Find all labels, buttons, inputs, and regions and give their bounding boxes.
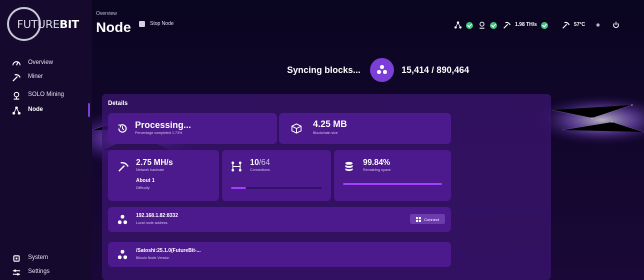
breadcrumb[interactable]: Overview — [96, 11, 117, 17]
sidebar-item-label: Miner — [28, 74, 44, 80]
database-icon — [345, 161, 353, 172]
sidebar: FUTUREBIT Overview Miner SOLO Mining Nod… — [0, 0, 92, 280]
details-title: Details — [108, 101, 128, 107]
sync-status: Syncing blocks... 15,414 / 890,464 — [287, 58, 469, 82]
node-version-card: /Satoshi:25.1.0(FutureBit-... Bitcoin No… — [108, 242, 451, 267]
sidebar-item-settings[interactable]: Settings — [12, 265, 50, 279]
connect-button-label: Connect — [424, 216, 439, 222]
power-button[interactable] — [612, 19, 620, 31]
theme-toggle[interactable] — [594, 19, 602, 31]
sidebar-item-label: Node — [28, 107, 43, 113]
pickaxe-icon — [562, 21, 570, 29]
sidebar-item-label: SOLO Mining — [28, 92, 65, 98]
node-cluster-icon — [376, 65, 387, 74]
status-ok-icon — [466, 21, 473, 29]
hashrate-status[interactable]: 1.98 TH/s — [503, 19, 548, 31]
remaining-space-progress — [343, 183, 442, 185]
pickaxe-icon — [118, 162, 129, 172]
hashrate-value: 1.98 TH/s — [515, 22, 537, 28]
network-hashrate-value: 2.75 MH/s — [136, 158, 173, 167]
sidebar-item-label: Overview — [28, 60, 54, 66]
stop-icon — [139, 21, 145, 27]
cube-icon — [291, 123, 302, 134]
active-indicator — [88, 103, 90, 117]
sidebar-item-label: Settings — [28, 269, 50, 275]
connections-current: 10 — [250, 158, 259, 167]
logo-text-bit: BIT — [59, 18, 80, 31]
connections-card: 10/64 Connections — [222, 150, 331, 201]
processing-card: Processing... Percentage completed 1.73% — [108, 113, 277, 144]
gauge-icon — [12, 60, 21, 66]
futurebit-logo[interactable]: FUTUREBIT — [7, 7, 83, 41]
connections-sub: Connections — [250, 168, 270, 172]
node-cluster-icon — [117, 249, 128, 260]
sidebar-item-system[interactable]: System — [12, 251, 48, 265]
temperature-value: 57°C — [574, 22, 586, 28]
remaining-space-sub: Remaining space — [363, 168, 391, 172]
local-address-sub: Local node address — [136, 221, 168, 225]
processing-sub: Percentage completed 1.73% — [135, 131, 183, 135]
sidebar-item-miner[interactable]: Miner — [12, 70, 43, 84]
connections-progress — [231, 187, 322, 189]
remaining-space-value: 99.84% — [363, 158, 391, 167]
connections-max: /64 — [258, 158, 271, 167]
node-cluster-icon — [117, 214, 128, 225]
connections-progress-fill — [231, 187, 246, 189]
remaining-space-card: 99.84% Remaining space — [334, 150, 451, 201]
logo-text-future: FUTURE — [17, 18, 60, 31]
cpu-icon — [13, 254, 20, 262]
top-bar: Overview Node Stop Node 1.98 TH/s 57°C — [92, 0, 644, 40]
sidebar-item-overview[interactable]: Overview — [12, 56, 53, 70]
sun-icon — [596, 23, 600, 27]
page-title: Node — [96, 19, 131, 35]
sidebar-item-solo-mining[interactable]: SOLO Mining — [12, 88, 64, 102]
node-status[interactable] — [454, 19, 473, 31]
sync-badge — [369, 58, 394, 82]
node-version-sub: Bitcoin Node Version — [136, 256, 170, 260]
sync-block-count: 15,414 / 890,464 — [401, 65, 470, 75]
connect-button[interactable]: Connect — [410, 214, 445, 224]
power-icon — [613, 21, 619, 28]
medal-icon — [479, 21, 485, 29]
solo-status[interactable] — [478, 19, 497, 31]
grid-icon — [416, 216, 422, 222]
blockchain-size-sub: Blockchain size — [313, 131, 338, 135]
remaining-space-progress-fill — [343, 183, 442, 185]
network-icon — [12, 105, 21, 115]
stop-node-label: Stop Node — [150, 21, 174, 27]
blockchain-size-value: 4.25 MB — [313, 119, 348, 129]
pickaxe-icon — [503, 21, 511, 29]
pickaxe-icon — [12, 73, 21, 82]
temperature-status[interactable]: 57°C — [562, 19, 585, 31]
sidebar-item-label: System — [28, 255, 49, 261]
status-ok-icon — [490, 21, 497, 29]
refresh-clock-icon — [118, 124, 127, 133]
status-ok-icon — [540, 21, 548, 29]
sidebar-item-node[interactable]: Node — [12, 103, 43, 117]
processing-value: Processing... — [135, 120, 192, 130]
network-hashrate-sub: Network hashrate — [136, 168, 165, 172]
details-panel: Details Processing... Percentage complet… — [102, 94, 551, 280]
medal-icon — [13, 91, 20, 100]
sliders-icon — [12, 269, 21, 275]
blockchain-size-card: 4.25 MB Blockchain size — [279, 113, 451, 144]
sync-label: Syncing blocks... — [287, 65, 361, 75]
local-address-card: 192.168.1.82:8332 Local node address Con… — [108, 207, 451, 232]
difficulty-sub: Difficulty — [136, 186, 150, 190]
network-hashrate-card: 2.75 MH/s Network hashrate About 1 Diffi… — [108, 150, 219, 201]
network-icon — [454, 21, 462, 29]
node-version-value: /Satoshi:25.1.0(FutureBit-... — [136, 248, 201, 254]
connections-icon — [231, 161, 242, 172]
local-address-value: 192.168.1.82:8332 — [136, 213, 178, 219]
stop-node-button[interactable]: Stop Node — [139, 21, 174, 27]
difficulty-value: About 1 — [136, 178, 155, 184]
